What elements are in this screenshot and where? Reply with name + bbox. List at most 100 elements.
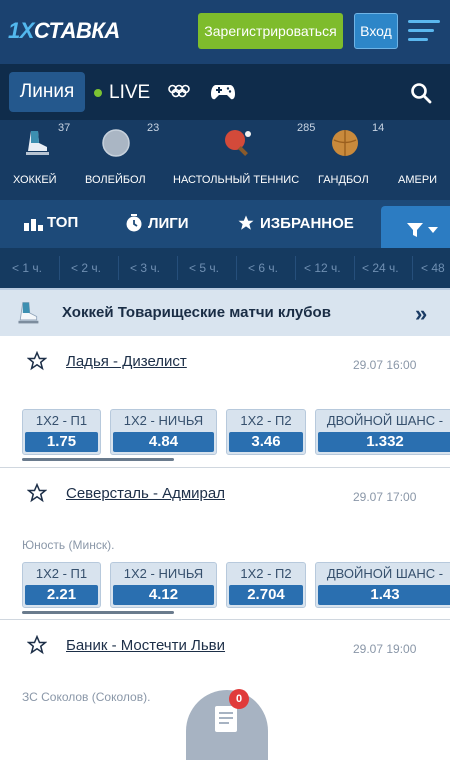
- match-teams[interactable]: Баник - Мостечти Льви: [66, 637, 225, 654]
- star-icon: [238, 215, 254, 230]
- league-header[interactable]: Хоккей Товарищеские матчи клубов »: [0, 288, 450, 336]
- sport-count: 14: [372, 122, 385, 134]
- handball-icon: [332, 130, 358, 156]
- search-icon[interactable]: [410, 82, 432, 104]
- time-filter-24h[interactable]: < 24 ч.: [362, 261, 399, 275]
- odd-label: 1X2 - П1: [35, 413, 88, 428]
- odd-label: 1X2 - П1: [35, 566, 88, 581]
- odd-label: ДВОЙНОЙ ШАНС -: [326, 566, 444, 581]
- odd-button[interactable]: 1X2 - П2 3.46: [226, 409, 306, 455]
- match-date: 29.07 19:00: [353, 642, 417, 656]
- odd-value: 2.21: [25, 585, 98, 605]
- odd-button[interactable]: 1X2 - П1 1.75: [22, 409, 101, 455]
- coupon-icon: [215, 706, 237, 732]
- tab-favorites-label: ИЗБРАННОЕ: [260, 214, 354, 232]
- odd-button[interactable]: ДВОЙНОЙ ШАНС - 1.332: [315, 409, 450, 455]
- double-chevron-right-icon[interactable]: »: [415, 301, 427, 327]
- odd-button[interactable]: 1X2 - НИЧЬЯ 4.12: [110, 562, 217, 608]
- sport-count: 23: [147, 122, 160, 134]
- time-filter-12h[interactable]: < 12 ч.: [304, 261, 341, 275]
- sport-label: НАСТОЛЬНЫЙ ТЕННИС: [173, 174, 300, 186]
- time-filter-5h[interactable]: < 5 ч.: [189, 261, 219, 275]
- hockey-skate-icon: [26, 131, 49, 155]
- odd-value: 1.332: [318, 432, 450, 452]
- scroll-indicator: [22, 611, 174, 614]
- match-venue: ЗС Соколов (Соколов).: [22, 690, 151, 704]
- sport-label: ВОЛЕЙБОЛ: [85, 174, 146, 186]
- odd-button[interactable]: 1X2 - П1 2.21: [22, 562, 101, 608]
- header: 1XСТАВКА Зарегистрироваться Вход: [0, 0, 450, 64]
- chevron-down-icon: [428, 227, 438, 233]
- odd-label: ДВОЙНОЙ ШАНС -: [326, 413, 444, 428]
- time-filter-48h[interactable]: < 48: [421, 261, 445, 275]
- sports-carousel: 37 ХОККЕЙ 23 ВОЛЕЙБОЛ 285 НАСТОЛЬНЫЙ ТЕН…: [0, 120, 450, 200]
- odd-label: 1X2 - НИЧЬЯ: [123, 413, 204, 428]
- volleyball-icon: [102, 129, 130, 157]
- match-teams[interactable]: Северсталь - Адмирал: [66, 485, 225, 502]
- sport-count: 285: [297, 122, 316, 134]
- sport-hockey[interactable]: 37 ХОККЕЙ: [0, 120, 70, 200]
- logo-text: СТАВКА: [33, 18, 120, 43]
- match-card[interactable]: Ладья - Дизелист 29.07 16:00 1X2 - П1 1.7…: [0, 336, 450, 468]
- odd-button[interactable]: ДВОЙНОЙ ШАНС - 1.43: [315, 562, 450, 608]
- odd-value: 1.75: [25, 432, 98, 452]
- odd-value: 4.84: [113, 432, 214, 452]
- odd-value: 1.43: [318, 585, 450, 605]
- odd-value: 2.704: [229, 585, 303, 605]
- sport-american-football[interactable]: АМЕРИ: [398, 120, 450, 200]
- time-filter-2h[interactable]: < 2 ч.: [71, 261, 101, 275]
- register-button[interactable]: Зарегистрироваться: [198, 13, 343, 49]
- gamepad-icon[interactable]: [211, 83, 235, 101]
- time-filter-3h[interactable]: < 3 ч.: [130, 261, 160, 275]
- match-date: 29.07 17:00: [353, 490, 417, 504]
- match-card[interactable]: Северсталь - Адмирал 29.07 17:00 Юность …: [0, 468, 450, 620]
- filter-tabs: ТОП ЛИГИ ИЗБРАННОЕ: [0, 200, 450, 250]
- odd-button[interactable]: 1X2 - П2 2.704: [226, 562, 306, 608]
- bar-chart-icon: [24, 218, 43, 231]
- tab-top[interactable]: ТОП: [24, 214, 78, 231]
- match-date: 29.07 16:00: [353, 358, 417, 372]
- odd-button[interactable]: 1X2 - НИЧЬЯ 4.84: [110, 409, 217, 455]
- favorite-star-icon[interactable]: [27, 483, 47, 503]
- league-title: Хоккей Товарищеские матчи клубов: [62, 304, 331, 321]
- sport-count: 37: [58, 122, 71, 134]
- hockey-skate-icon: [18, 302, 39, 324]
- favorite-star-icon[interactable]: [27, 635, 47, 655]
- tab-favorites[interactable]: ИЗБРАННОЕ: [237, 214, 354, 232]
- main-nav: Линия LIVE: [0, 64, 450, 120]
- tab-live[interactable]: LIVE: [94, 82, 150, 104]
- time-filter-bar: < 1 ч. < 2 ч. < 3 ч. < 5 ч. < 6 ч. < 12 …: [0, 248, 450, 288]
- logo-mark: 1X: [8, 18, 34, 43]
- match-teams[interactable]: Ладья - Дизелист: [66, 353, 187, 370]
- filter-funnel-icon: [407, 223, 423, 237]
- filter-button[interactable]: [381, 206, 450, 250]
- sport-volleyball[interactable]: 23 ВОЛЕЙБОЛ: [70, 120, 160, 200]
- scroll-indicator: [22, 458, 174, 461]
- odd-label: 1X2 - П2: [240, 566, 292, 581]
- tab-line[interactable]: Линия: [9, 72, 85, 112]
- tab-leagues-label: ЛИГИ: [148, 214, 189, 232]
- clock-icon: [126, 214, 142, 232]
- odd-value: 3.46: [229, 432, 303, 452]
- odds-row: 1X2 - П1 1.75 1X2 - НИЧЬЯ 4.84 1X2 - П2 3.4…: [22, 409, 450, 455]
- hamburger-menu-icon[interactable]: [408, 20, 440, 42]
- tab-top-label: ТОП: [47, 214, 79, 231]
- time-filter-1h[interactable]: < 1 ч.: [12, 261, 42, 275]
- sport-handball[interactable]: 14 ГАНДБОЛ: [318, 120, 398, 200]
- sport-label: ГАНДБОЛ: [318, 174, 369, 186]
- time-filter-6h[interactable]: < 6 ч.: [248, 261, 278, 275]
- odd-label: 1X2 - П2: [240, 413, 292, 428]
- match-venue: Юность (Минск).: [22, 538, 115, 552]
- coupon-count-badge: 0: [229, 689, 249, 709]
- table-tennis-icon: [225, 130, 251, 156]
- sport-table-tennis[interactable]: 285 НАСТОЛЬНЫЙ ТЕННИС: [160, 120, 318, 200]
- login-button[interactable]: Вход: [354, 13, 398, 49]
- favorite-star-icon[interactable]: [27, 351, 47, 371]
- live-label: LIVE: [109, 82, 151, 103]
- logo[interactable]: 1XСТАВКА: [8, 18, 120, 44]
- sport-label: ХОККЕЙ: [13, 174, 57, 186]
- tab-leagues[interactable]: ЛИГИ: [125, 214, 189, 232]
- olympic-rings-icon[interactable]: [168, 84, 190, 98]
- live-dot-icon: [94, 89, 102, 97]
- odds-row: 1X2 - П1 2.21 1X2 - НИЧЬЯ 4.12 1X2 - П2 2.7…: [22, 562, 450, 608]
